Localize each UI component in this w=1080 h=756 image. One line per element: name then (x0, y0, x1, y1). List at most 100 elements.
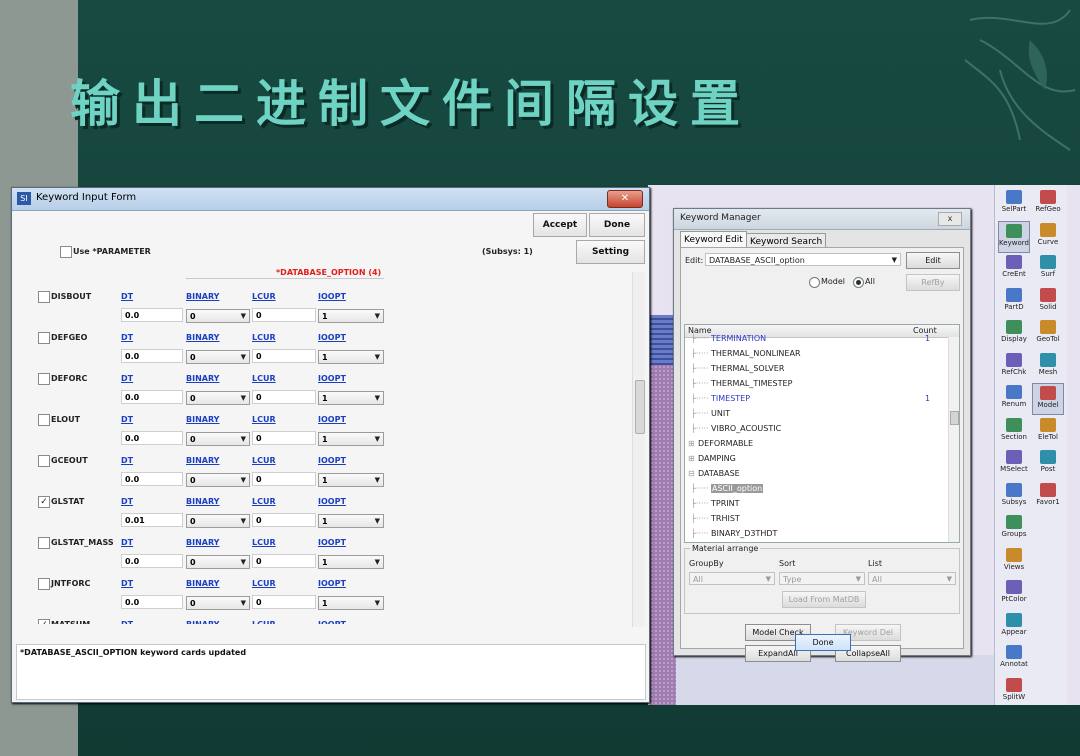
column-header-link[interactable]: BINARY (186, 415, 219, 424)
column-header-link[interactable]: BINARY (186, 538, 219, 547)
row-checkbox[interactable] (38, 291, 50, 303)
column-header-link[interactable]: LCUR (252, 415, 276, 424)
column-header-link[interactable]: IOOPT (318, 333, 346, 342)
toolbar-button-renum[interactable]: Renum (998, 383, 1030, 415)
radio-model[interactable] (809, 277, 820, 288)
dt-input[interactable]: 0.0 (121, 595, 183, 609)
radio-all[interactable] (853, 277, 864, 288)
column-header-link[interactable]: LCUR (252, 292, 276, 301)
lcur-input[interactable]: 0 (252, 390, 316, 404)
toolbar-button-post[interactable]: Post (1032, 448, 1064, 480)
column-header-link[interactable]: LCUR (252, 538, 276, 547)
binary-select[interactable]: 0 ▼ (186, 473, 250, 487)
column-header-link[interactable]: IOOPT (318, 415, 346, 424)
tree-node[interactable]: BINARY_D3THDT (711, 529, 777, 538)
tree-node[interactable]: ASCII_option (711, 484, 764, 493)
ioopt-select[interactable]: 1 ▼ (318, 555, 384, 569)
edit-button[interactable]: Edit (906, 252, 960, 269)
toolbar-button-partd[interactable]: PartD (998, 286, 1030, 318)
column-header-link[interactable]: LCUR (252, 374, 276, 383)
binary-select[interactable]: 0 ▼ (186, 555, 250, 569)
toolbar-button-surf[interactable]: Surf (1032, 253, 1064, 285)
expand-toggle-icon[interactable]: ⊟ (688, 469, 695, 478)
accept-button[interactable]: Accept (533, 213, 587, 237)
kif-scrollbar-thumb[interactable] (635, 380, 645, 434)
column-header-link[interactable]: LCUR (252, 333, 276, 342)
km-close-button[interactable]: x (938, 212, 962, 226)
column-header-link[interactable]: DT (121, 415, 133, 424)
row-checkbox[interactable] (38, 414, 50, 426)
binary-select[interactable]: 0 ▼ (186, 350, 250, 364)
kif-scrollbar[interactable] (632, 272, 645, 627)
tree-scrollbar-thumb[interactable] (950, 411, 959, 425)
toolbar-button-solid[interactable]: Solid (1032, 286, 1064, 318)
toolbar-button-splitw[interactable]: SplitW (998, 676, 1030, 708)
lcur-input[interactable]: 0 (252, 431, 316, 445)
column-header-link[interactable]: DT (121, 292, 133, 301)
toolbar-button-keyword[interactable]: Keyword (998, 220, 1030, 253)
toolbar-button-refchk[interactable]: RefChk (998, 351, 1030, 383)
row-checkbox[interactable] (38, 373, 50, 385)
column-header-link[interactable]: DT (121, 497, 133, 506)
use-parameter-checkbox[interactable] (60, 246, 72, 258)
toolbar-button-refgeo[interactable]: RefGeo (1032, 188, 1064, 220)
toolbar-button-selpart[interactable]: SelPart (998, 188, 1030, 220)
column-header-link[interactable]: LCUR (252, 579, 276, 588)
dt-input[interactable]: 0.0 (121, 431, 183, 445)
column-header-link[interactable]: LCUR (252, 497, 276, 506)
tree-node[interactable]: DAMPING (698, 454, 736, 463)
row-checkbox[interactable]: ✓ (38, 496, 50, 508)
lcur-input[interactable]: 0 (252, 349, 316, 363)
toolbar-button-views[interactable]: Views (998, 546, 1030, 578)
tree-node[interactable]: THERMAL_TIMESTEP (711, 379, 792, 388)
km-done-button[interactable]: Done (795, 634, 851, 651)
tree-node[interactable]: THERMAL_SOLVER (711, 364, 784, 373)
column-header-link[interactable]: BINARY (186, 374, 219, 383)
column-header-link[interactable]: IOOPT (318, 579, 346, 588)
lcur-input[interactable]: 0 (252, 308, 316, 322)
column-header-link[interactable]: DT (121, 374, 133, 383)
column-header-link[interactable]: BINARY (186, 456, 219, 465)
ioopt-select[interactable]: 1 ▼ (318, 350, 384, 364)
binary-select[interactable]: 0 ▼ (186, 309, 250, 323)
row-checkbox[interactable] (38, 537, 50, 549)
dt-input[interactable]: 0.0 (121, 472, 183, 486)
binary-select[interactable]: 0 ▼ (186, 391, 250, 405)
ioopt-select[interactable]: 1 ▼ (318, 596, 384, 610)
sort-combo[interactable]: Type ▼ (779, 572, 865, 585)
groupby-combo[interactable]: All ▼ (689, 572, 775, 585)
toolbar-button-subsys[interactable]: Subsys (998, 481, 1030, 513)
lcur-input[interactable]: 0 (252, 595, 316, 609)
tree-node[interactable]: TERMINATION (711, 334, 766, 343)
column-header-link[interactable]: DT (121, 579, 133, 588)
dt-input[interactable]: 0.01 (121, 513, 183, 527)
column-header-link[interactable]: DT (121, 538, 133, 547)
column-header-link[interactable]: IOOPT (318, 292, 346, 301)
tree-node[interactable]: VIBRO_ACOUSTIC (711, 424, 781, 433)
toolbar-button-annotat[interactable]: Annotat (998, 643, 1030, 675)
dt-input[interactable]: 0.0 (121, 554, 183, 568)
row-checkbox[interactable] (38, 455, 50, 467)
column-header-link[interactable]: BINARY (186, 579, 219, 588)
toolbar-button-mselect[interactable]: MSelect (998, 448, 1030, 480)
list-combo[interactable]: All ▼ (868, 572, 956, 585)
tree-node[interactable]: THERMAL_NONLINEAR (711, 349, 801, 358)
done-button[interactable]: Done (589, 213, 645, 237)
tree-node[interactable]: UNIT (711, 409, 730, 418)
toolbar-button-section[interactable]: Section (998, 416, 1030, 448)
tree-node[interactable]: DEFORMABLE (698, 439, 753, 448)
toolbar-button-ptcolor[interactable]: PtColor (998, 578, 1030, 610)
row-checkbox[interactable] (38, 578, 50, 590)
dt-input[interactable]: 0.0 (121, 308, 183, 322)
column-header-link[interactable]: BINARY (186, 292, 219, 301)
tree-scrollbar[interactable] (948, 337, 959, 542)
lcur-input[interactable]: 0 (252, 513, 316, 527)
row-checkbox[interactable] (38, 332, 50, 344)
ioopt-select[interactable]: 1 ▼ (318, 391, 384, 405)
toolbar-button-display[interactable]: Display (998, 318, 1030, 350)
column-header-link[interactable]: IOOPT (318, 538, 346, 547)
dt-input[interactable]: 0.0 (121, 349, 183, 363)
toolbar-button-geotol[interactable]: GeoTol (1032, 318, 1064, 350)
binary-select[interactable]: 0 ▼ (186, 514, 250, 528)
column-header-link[interactable]: IOOPT (318, 374, 346, 383)
